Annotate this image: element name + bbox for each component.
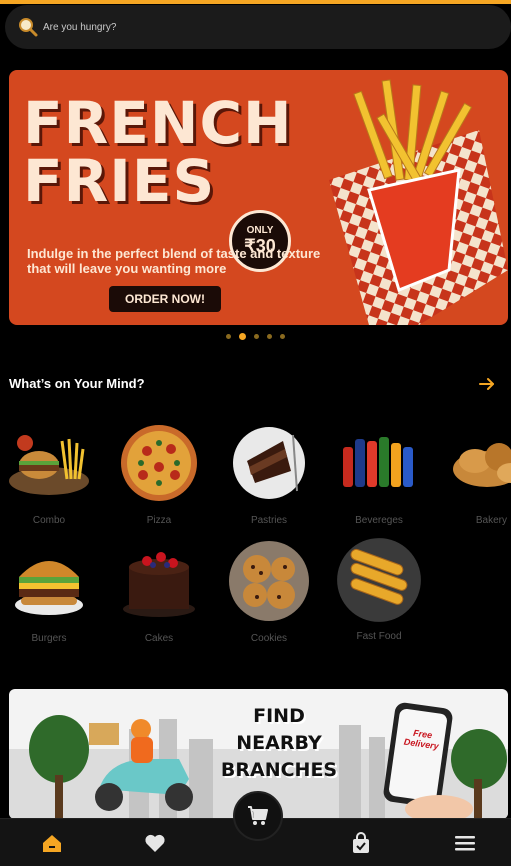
search-icon bbox=[19, 18, 38, 37]
heart-icon[interactable] bbox=[143, 831, 167, 855]
home-icon[interactable] bbox=[40, 831, 64, 855]
category-item[interactable]: Fast Food bbox=[329, 536, 429, 642]
beverages-image bbox=[343, 437, 413, 487]
order-now-button[interactable]: ORDER NOW! bbox=[109, 286, 221, 312]
delivery-scooter-icon bbox=[89, 719, 193, 811]
cart-icon bbox=[248, 806, 268, 825]
carousel-dot[interactable] bbox=[280, 334, 285, 339]
carousel-dot-active[interactable] bbox=[239, 333, 246, 340]
banner-description: Indulge in the perfect blend of taste an… bbox=[27, 246, 321, 276]
carousel-dot[interactable] bbox=[267, 334, 272, 339]
category-item[interactable]: Bevereges bbox=[329, 421, 429, 526]
category-item[interactable]: Combo bbox=[0, 421, 99, 526]
promo-heading: FIND NEARBY BRANCHES bbox=[220, 705, 338, 781]
pizza-image bbox=[121, 425, 197, 501]
category-item[interactable]: Cakes bbox=[109, 539, 209, 644]
category-label: Pizza bbox=[146, 515, 172, 526]
category-item[interactable]: Pizza bbox=[109, 421, 209, 526]
category-item[interactable]: Cookies bbox=[219, 539, 319, 644]
burgers-image bbox=[15, 561, 83, 615]
category-label: Bevereges bbox=[355, 515, 403, 526]
shopping-bag-icon[interactable] bbox=[349, 831, 373, 855]
category-label: Combo bbox=[32, 515, 66, 526]
category-label: Cookies bbox=[250, 633, 288, 644]
promo-banner-carousel[interactable]: FRENCH FRIES ONLY ₹30 Indulge in the per… bbox=[9, 70, 508, 325]
category-item[interactable]: Bakery bbox=[439, 421, 511, 526]
category-item[interactable]: Burgers bbox=[0, 539, 99, 644]
top-accent-bar bbox=[0, 0, 511, 4]
cakes-image bbox=[123, 552, 195, 617]
section-title: What’s on Your Mind? bbox=[9, 376, 145, 391]
phone-illustration bbox=[383, 702, 473, 819]
arrow-right-icon[interactable] bbox=[478, 375, 496, 393]
combo-image bbox=[9, 435, 89, 495]
carousel-dot[interactable] bbox=[254, 334, 259, 339]
carousel-indicator bbox=[0, 333, 511, 340]
category-label: Burgers bbox=[31, 633, 67, 644]
bakery-image bbox=[453, 443, 511, 487]
menu-icon[interactable] bbox=[453, 831, 477, 855]
cart-button[interactable] bbox=[233, 791, 283, 841]
category-label: Bakery bbox=[475, 515, 507, 526]
search-bar[interactable] bbox=[5, 5, 511, 49]
category-item[interactable]: Pastries bbox=[219, 421, 319, 526]
category-label: Cakes bbox=[144, 633, 174, 644]
carousel-dot[interactable] bbox=[226, 334, 231, 339]
banner-title: FRENCH FRIES bbox=[23, 89, 293, 215]
search-input[interactable] bbox=[43, 21, 443, 33]
french-fries-illustration bbox=[329, 79, 508, 325]
cookies-image bbox=[229, 541, 309, 621]
pastries-image bbox=[233, 427, 305, 499]
category-label: Fast Food bbox=[356, 631, 402, 642]
fast-food-image bbox=[337, 538, 421, 622]
category-label: Pastries bbox=[250, 515, 288, 526]
